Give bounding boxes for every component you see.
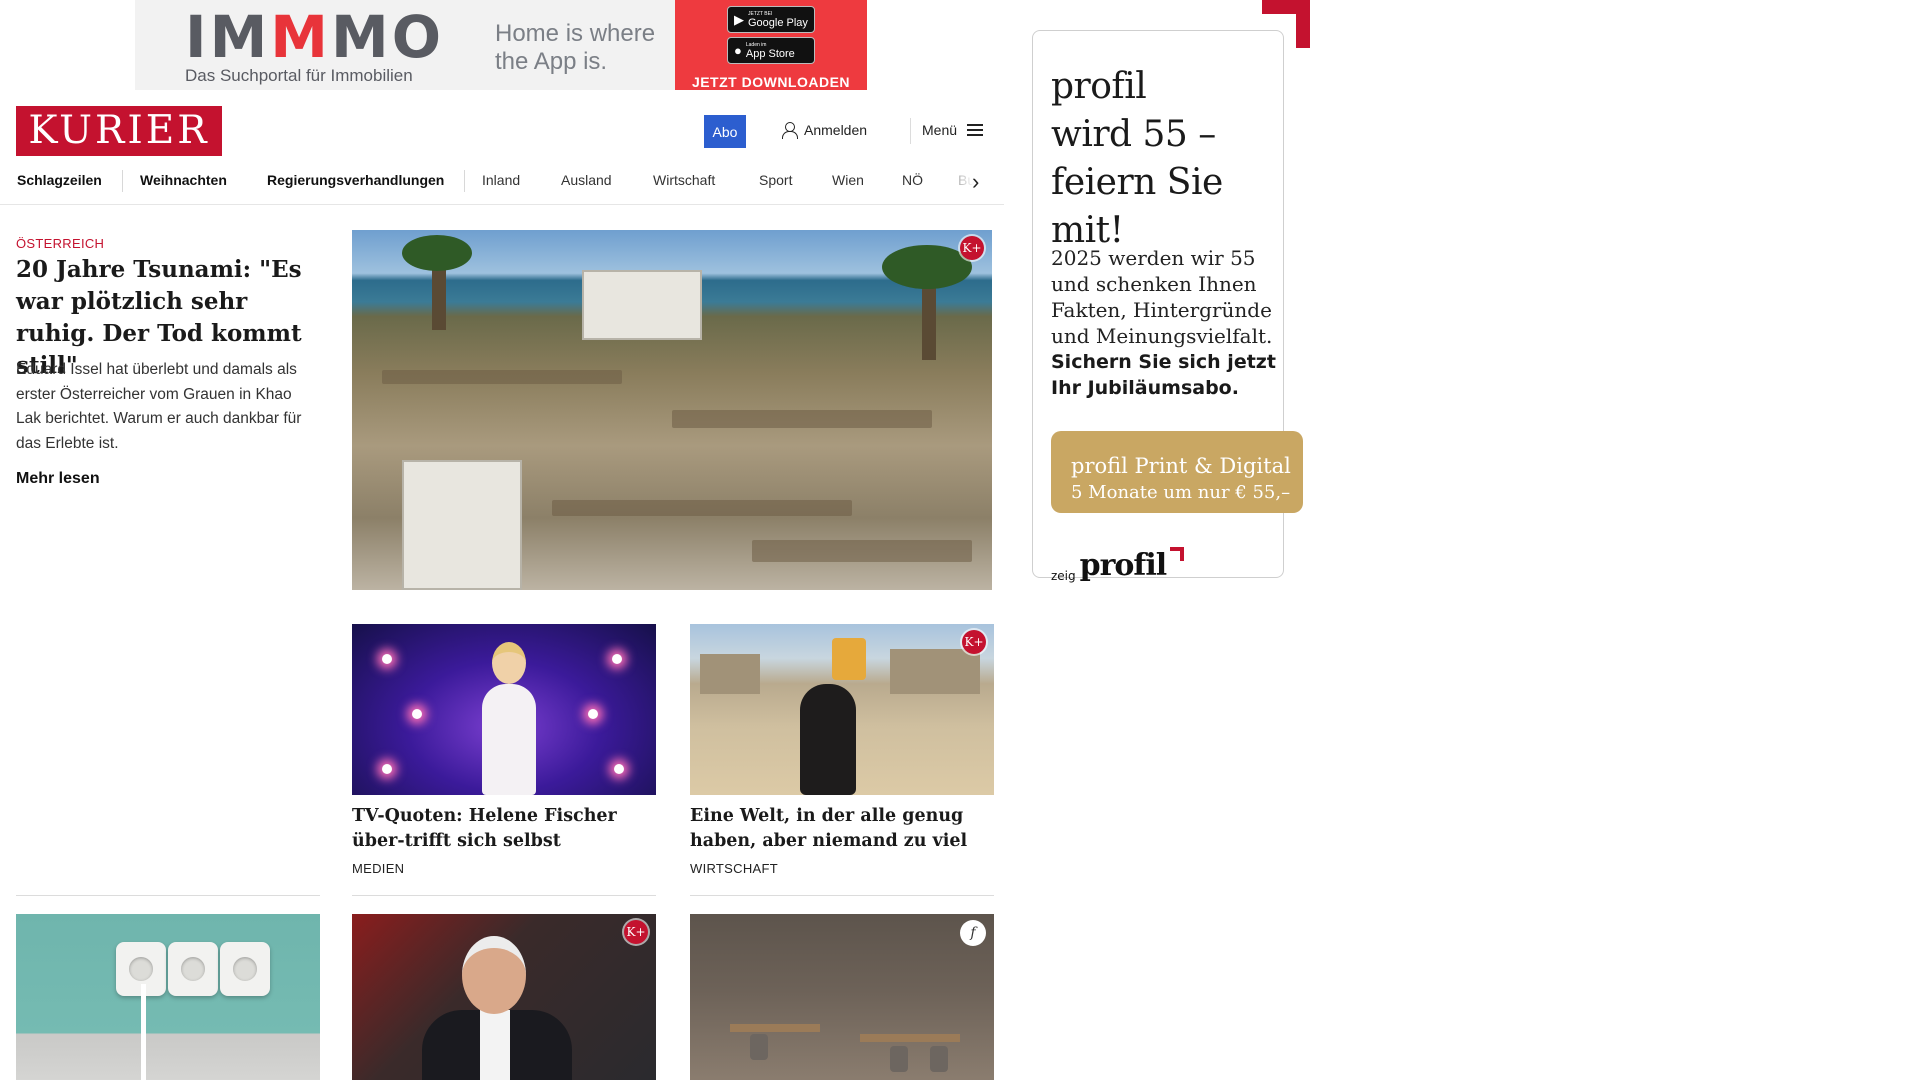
play-icon: ▶ xyxy=(734,11,744,27)
card-headline[interactable]: TV-Quoten: Helene Fischer über-trifft si… xyxy=(352,804,658,854)
canister xyxy=(832,638,866,680)
kurier-plus-badge: K+ xyxy=(962,630,986,654)
immmo-tagline: Home is where the App is. xyxy=(475,0,675,90)
stage-light xyxy=(412,709,422,719)
profil-ad-headline: profil wird 55 – feiern Sie mit! xyxy=(1051,66,1223,251)
debris xyxy=(382,370,622,384)
palm-crown xyxy=(402,235,472,271)
login-label: Anmelden xyxy=(804,122,868,138)
card-image-gaza[interactable]: K+ xyxy=(690,624,994,795)
face xyxy=(462,936,526,1014)
profil-mark-icon xyxy=(1170,547,1185,561)
nav-item-schlagzeilen[interactable]: Schlagzeilen xyxy=(17,172,102,188)
stage-light xyxy=(614,764,624,774)
lead-teaser: Eduard Issel hat überlebt und damals als… xyxy=(16,361,302,452)
chair xyxy=(930,1046,948,1072)
stage-light xyxy=(382,764,392,774)
kurier-plus-badge: K+ xyxy=(960,236,984,260)
chevron-right-icon[interactable]: › xyxy=(972,170,979,194)
singer-head xyxy=(492,642,526,684)
profil-subscribe-button[interactable]: profil Print & Digital 5 Monate um nur €… xyxy=(1051,431,1303,513)
nav-item-ausland[interactable]: Ausland xyxy=(561,172,612,188)
kurier-logo[interactable]: KURIER xyxy=(16,106,222,156)
abo-button[interactable]: Abo xyxy=(704,115,746,148)
cable xyxy=(141,984,147,1080)
profil-ad-call: Sichern Sie sich jetzt Ihr Jubiläumsabo. xyxy=(1051,351,1276,399)
rubble-block xyxy=(402,460,522,590)
ruined-house xyxy=(582,270,702,340)
debris xyxy=(752,540,972,562)
palm-crown xyxy=(882,245,972,289)
profil-logo: zeig profil xyxy=(1051,547,1185,583)
nav-item-inland[interactable]: Inland xyxy=(482,172,520,188)
card-category[interactable]: WIRTSCHAFT xyxy=(690,861,778,876)
divider xyxy=(352,895,656,896)
nav-fade xyxy=(930,162,1004,204)
stage-light xyxy=(588,709,598,719)
immmo-brand: IMMMO Das Suchportal für Immobilien xyxy=(135,0,475,90)
nav-item-weihnachten[interactable]: Weihnachten xyxy=(140,172,227,188)
download-link[interactable]: JETZT DOWNLOADEN xyxy=(692,74,850,90)
immmo-logo: IMMMO xyxy=(185,3,445,71)
google-play-badge[interactable]: ▶ JETZT BEI Google Play xyxy=(727,6,815,33)
header-divider xyxy=(910,118,911,144)
power-outlet xyxy=(168,942,218,996)
kurier-plus-badge: K+ xyxy=(624,920,648,944)
user-icon xyxy=(782,122,798,139)
table xyxy=(730,1024,820,1032)
immmo-ad-banner[interactable]: IMMMO Das Suchportal für Immobilien Home… xyxy=(135,0,867,90)
divider xyxy=(690,895,994,896)
ruin xyxy=(890,649,980,694)
nav-item-regierungsverhandlungen[interactable]: Regierungsverhandlungen xyxy=(267,172,444,188)
singer-body xyxy=(482,684,536,795)
debris xyxy=(672,410,932,428)
nav-item-sport[interactable]: Sport xyxy=(759,172,792,188)
card-image-man[interactable]: K+ xyxy=(352,914,656,1080)
stage-light xyxy=(612,654,622,664)
menu-label: Menü xyxy=(922,122,958,138)
card-headline[interactable]: Eine Welt, in der alle genug haben, aber… xyxy=(690,804,996,854)
lead-image[interactable]: K+ xyxy=(352,230,992,590)
ruin xyxy=(700,654,760,694)
app-store-badge[interactable]: ● Laden im App Store xyxy=(727,37,815,64)
section-nav: Schlagzeilen Weihnachten Regierungsverha… xyxy=(0,162,1004,205)
login-button[interactable]: Anmelden xyxy=(782,122,868,139)
immmo-cta[interactable]: ▶ JETZT BEI Google Play ● Laden im App Sto… xyxy=(675,0,867,90)
stage-light xyxy=(382,654,392,664)
person-figure xyxy=(800,684,856,795)
card-image-restaurant[interactable]: f xyxy=(690,914,994,1080)
nav-divider xyxy=(464,170,465,192)
profil-ad-body: 2025 werden wir 55 und schenken Ihnen Fa… xyxy=(1051,246,1273,348)
nav-item-noe[interactable]: NÖ xyxy=(902,172,923,188)
nav-divider xyxy=(122,170,123,192)
power-outlet xyxy=(220,942,270,996)
chair xyxy=(750,1034,768,1060)
hamburger-icon xyxy=(967,124,984,136)
card-image-socket[interactable] xyxy=(16,914,320,1080)
read-more-link[interactable]: Mehr lesen xyxy=(16,470,100,488)
shirt xyxy=(480,1010,510,1080)
profil-ad[interactable]: profil wird 55 – feiern Sie mit! 2025 we… xyxy=(1032,30,1303,583)
divider xyxy=(16,895,320,896)
table xyxy=(860,1034,960,1042)
debris xyxy=(552,500,852,516)
profil-plus-badge: f xyxy=(960,920,986,946)
chair xyxy=(890,1046,908,1072)
nav-item-wirtschaft[interactable]: Wirtschaft xyxy=(653,172,715,188)
apple-icon: ● xyxy=(734,43,742,58)
card-image-fischer[interactable] xyxy=(352,624,656,795)
card-category[interactable]: MEDIEN xyxy=(352,861,404,876)
lead-kicker[interactable]: ÖSTERREICH xyxy=(16,236,104,251)
nav-item-wien[interactable]: Wien xyxy=(832,172,864,188)
menu-button[interactable]: Menü xyxy=(922,122,984,138)
